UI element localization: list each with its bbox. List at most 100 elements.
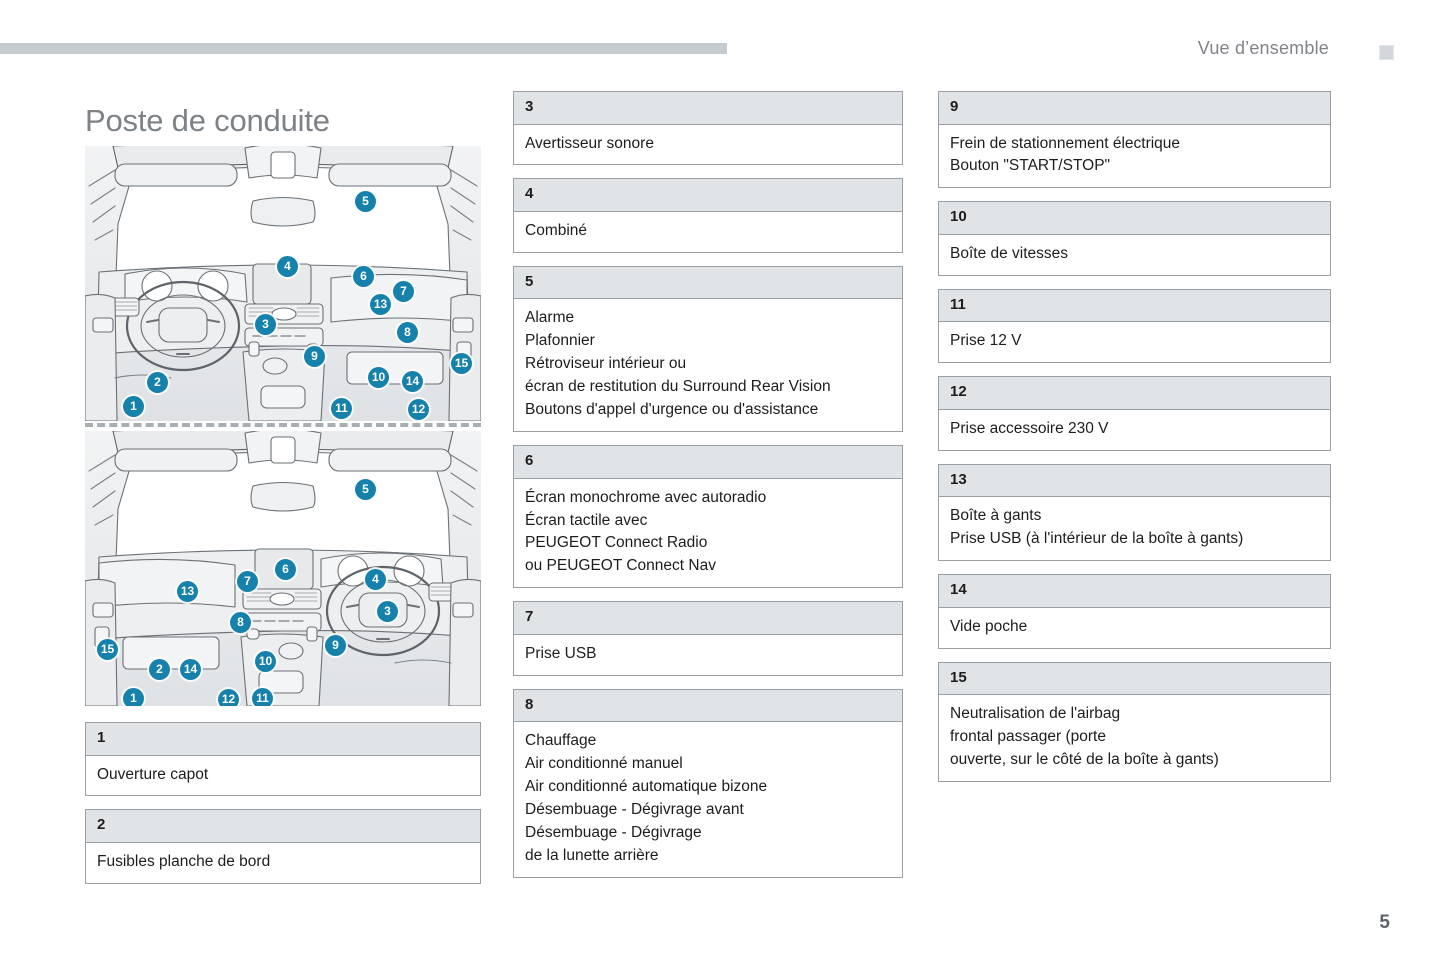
item-description-line: ou PEUGEOT Connect Nav xyxy=(525,557,716,575)
item-table-3: 3 Avertisseur sonore xyxy=(513,91,903,166)
callout-badge-7: 7 xyxy=(237,571,258,592)
item-description: Vide poche xyxy=(939,607,1330,648)
item-description-line: Prise accessoire 230 V xyxy=(950,419,1109,437)
item-description: Combiné xyxy=(514,211,902,252)
item-table-9: 9 Frein de stationnement électrique Bouton… xyxy=(938,91,1331,189)
callout-badge-13: 13 xyxy=(177,581,198,602)
item-number: 12 xyxy=(939,377,1330,410)
item-description: Fusibles planche de bord xyxy=(86,842,480,883)
callout-badge-6: 6 xyxy=(353,266,374,287)
callout-badge-15: 15 xyxy=(451,353,472,374)
item-number: 15 xyxy=(939,662,1330,695)
callout-badge-5: 5 xyxy=(355,191,376,212)
item-number: 5 xyxy=(514,266,902,300)
item-description-line: Rétroviseur intérieur ou xyxy=(525,355,687,373)
item-description-line: Prise USB (à l'intérieur de la boîte à g… xyxy=(950,530,1244,548)
item-number: 14 xyxy=(939,575,1330,608)
item-number: 4 xyxy=(514,179,902,212)
item-description: Frein de stationnement électrique Bouton … xyxy=(939,124,1330,188)
item-description-line: Air conditionné automatique bizone xyxy=(525,778,768,796)
item-description: Neutralisation de l'airbag frontal passag… xyxy=(939,695,1330,781)
right-item-tables: 9 Frein de stationnement électrique Bouton… xyxy=(938,91,1331,782)
callout-badge-10: 10 xyxy=(255,651,276,672)
item-description-line: Désembuage - Dégivrage avant xyxy=(525,801,744,819)
item-number: 7 xyxy=(514,602,902,635)
callout-badge-9: 9 xyxy=(304,346,325,367)
item-table-12: 12 Prise accessoire 230 V xyxy=(938,376,1331,451)
item-description-line: frontal passager (porte xyxy=(950,727,1106,745)
illustration-divider xyxy=(85,423,481,427)
item-description-line: Boutons d'appel d'urgence ou d'assistanc… xyxy=(525,401,819,419)
left-column: 1 2 3 4 5 6 7 8 9 10 11 12 13 14 15 1 2 … xyxy=(85,146,481,897)
item-number: 6 xyxy=(514,446,902,479)
illustration-group: 1 2 3 4 5 6 7 8 9 10 11 12 13 14 15 1 2 … xyxy=(85,146,481,706)
item-table-5: 5 Alarme Plafonnier Rétroviseur intérieur o… xyxy=(513,265,903,433)
item-table-1: 1 Ouverture capot xyxy=(85,722,481,797)
callout-badge-11: 11 xyxy=(331,398,352,419)
item-description-line: Air conditionné manuel xyxy=(525,755,683,773)
callout-badge-12: 12 xyxy=(218,689,239,706)
callout-badge-1: 1 xyxy=(123,396,144,417)
driving-position-diagram-lhd: 1 2 3 4 5 6 7 8 9 10 11 12 13 14 15 xyxy=(85,146,481,421)
item-table-2: 2 Fusibles planche de bord xyxy=(85,809,481,884)
item-description-line: Chauffage xyxy=(525,732,597,750)
callout-badge-8: 8 xyxy=(397,322,418,343)
item-description: Prise USB xyxy=(514,634,902,675)
item-description-line: Vide poche xyxy=(950,617,1028,635)
callout-badge-7: 7 xyxy=(393,281,414,302)
item-description-line: PEUGEOT Connect Radio xyxy=(525,534,708,552)
callout-badge-4: 4 xyxy=(277,256,298,277)
callout-badge-1: 1 xyxy=(123,688,144,706)
callout-badge-14: 14 xyxy=(402,371,423,392)
item-description: Boîte de vitesses xyxy=(939,234,1330,275)
item-number: 1 xyxy=(86,723,480,756)
item-description-line: Fusibles planche de bord xyxy=(97,852,271,870)
right-column: 9 Frein de stationnement électrique Bouton… xyxy=(938,91,1331,795)
callout-badge-15: 15 xyxy=(97,639,118,660)
item-description: Avertisseur sonore xyxy=(514,124,902,165)
item-table-4: 4 Combiné xyxy=(513,178,903,253)
item-number: 3 xyxy=(514,92,902,125)
item-table-13: 13 Boîte à gants Prise USB (à l'intérieur … xyxy=(938,463,1331,562)
callout-badge-4: 4 xyxy=(365,569,386,590)
callout-badge-14: 14 xyxy=(180,659,201,680)
item-description-line: Avertisseur sonore xyxy=(525,134,654,152)
item-description-line: Bouton "START/STOP" xyxy=(950,157,1111,175)
item-table-15: 15 Neutralisation de l'airbag frontal pass… xyxy=(938,661,1331,782)
callout-badge-13: 13 xyxy=(370,294,391,315)
item-description-line: de la lunette arrière xyxy=(525,846,659,864)
callout-badge-12: 12 xyxy=(408,399,429,420)
callout-badge-8: 8 xyxy=(230,612,251,633)
item-description-line: Prise USB xyxy=(525,644,597,662)
item-description: Prise accessoire 230 V xyxy=(939,409,1330,450)
item-number: 13 xyxy=(939,464,1330,498)
callout-badge-6: 6 xyxy=(275,559,296,580)
item-description-line: Combiné xyxy=(525,221,588,239)
callout-badge-3: 3 xyxy=(255,314,276,335)
item-description-line: Écran monochrome avec autoradio xyxy=(525,488,767,506)
callout-badge-2: 2 xyxy=(149,659,170,680)
callout-badge-10: 10 xyxy=(368,367,389,388)
item-table-11: 11 Prise 12 V xyxy=(938,288,1331,364)
section-header-title: Vue d’ensemble xyxy=(1197,38,1329,58)
item-description: Alarme Plafonnier Rétroviseur intérieur ou… xyxy=(514,299,902,432)
callout-badge-2: 2 xyxy=(147,372,168,393)
item-description: Prise 12 V xyxy=(939,322,1330,363)
item-description-line: Boîte de vitesses xyxy=(950,244,1069,262)
item-number: 2 xyxy=(86,810,480,843)
callout-badge-5: 5 xyxy=(355,479,376,500)
item-number: 10 xyxy=(939,202,1330,235)
item-description-line: Prise 12 V xyxy=(950,332,1022,350)
item-description: Chauffage Air conditionné manuel Air condi… xyxy=(514,722,902,877)
item-description: Boîte à gants Prise USB (à l'intérieur de… xyxy=(939,497,1330,561)
page-number: 5 xyxy=(1379,912,1390,933)
item-number: 9 xyxy=(939,92,1330,125)
callout-badge-9: 9 xyxy=(325,635,346,656)
item-description-line: Neutralisation de l'airbag xyxy=(950,705,1121,722)
item-description-line: ouverte, sur le côté de la boîte à gants… xyxy=(950,750,1219,768)
left-item-tables: 1 Ouverture capot 2 Fusibles planche de bor… xyxy=(85,722,481,884)
header-rule-bar xyxy=(0,43,727,54)
middle-column: 3 Avertisseur sonore 4 Combiné 5 Alarme Plafon… xyxy=(513,91,903,891)
item-table-10: 10 Boîte de vitesses xyxy=(938,201,1331,276)
item-table-8: 8 Chauffage Air conditionné manuel Air cond… xyxy=(513,688,903,878)
